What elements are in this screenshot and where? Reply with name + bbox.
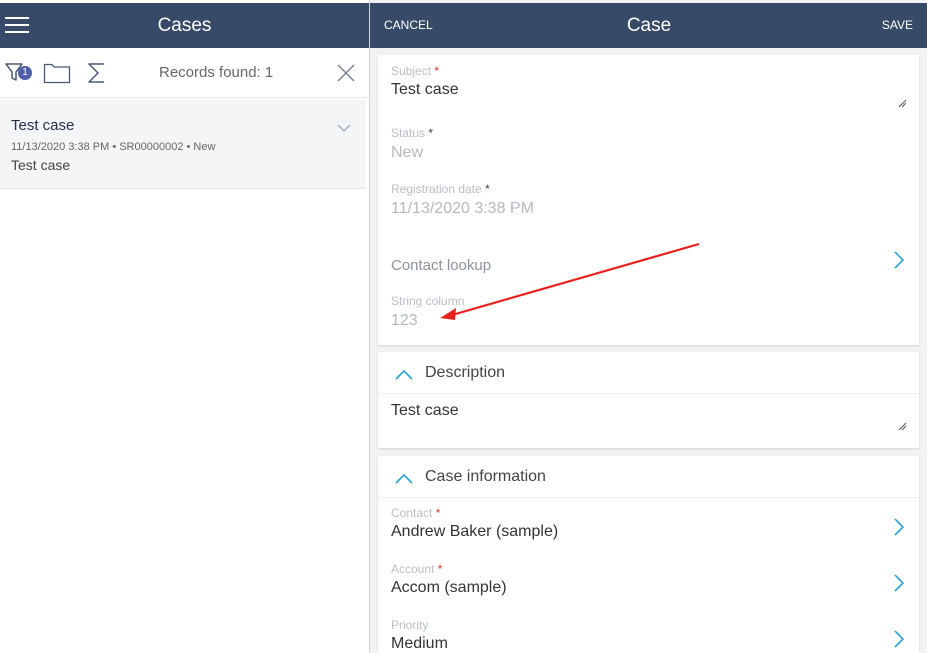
case-header: CANCEL Case SAVE	[370, 3, 927, 48]
registration-date-label: Registration date *	[391, 182, 490, 196]
required-mark: *	[435, 506, 441, 520]
subject-label-text: Subject	[391, 64, 432, 78]
description-field[interactable]: Test case	[391, 402, 459, 420]
account-label-text: Account	[391, 562, 435, 576]
required-mark: *	[434, 64, 440, 78]
case-item-title: Test case	[11, 117, 75, 134]
chevron-right-icon[interactable]	[893, 573, 905, 593]
case-information-card: Case information Contact * Andrew Baker …	[378, 456, 919, 653]
chevron-down-icon[interactable]	[337, 120, 351, 133]
contact-label-text: Contact	[391, 506, 433, 520]
main-fields-card: Subject * Test case Status * New Registr…	[378, 55, 919, 345]
account-field[interactable]: Accom (sample)	[391, 579, 507, 597]
chevron-up-icon	[395, 471, 413, 484]
case-information-section-header[interactable]: Case information	[378, 456, 919, 498]
case-edit-panel: CANCEL Case SAVE Subject * Test case Sta…	[369, 0, 927, 653]
contact-lookup-field[interactable]: Contact lookup	[391, 257, 491, 274]
string-column-field[interactable]: 123	[391, 312, 418, 330]
status-field: New	[391, 144, 424, 161]
chevron-right-icon[interactable]	[893, 517, 905, 537]
subject-label: Subject *	[391, 64, 439, 78]
resize-icon[interactable]	[898, 418, 907, 431]
cases-header: Cases	[0, 3, 369, 48]
priority-field[interactable]: Medium	[391, 635, 448, 653]
records-found: Records found: 1	[159, 64, 274, 81]
chevron-up-icon	[395, 367, 413, 380]
registration-date-label-text: Registration date	[391, 182, 482, 196]
folder-icon[interactable]	[43, 62, 71, 89]
registration-date-field: 11/13/2020 3:38 PM	[391, 200, 534, 217]
required-mark: *	[437, 562, 443, 576]
chevron-right-icon[interactable]	[893, 629, 905, 649]
contact-label: Contact *	[391, 506, 440, 520]
save-button[interactable]: SAVE	[882, 3, 913, 48]
list-toolbar: 1 Records found: 1	[0, 48, 369, 98]
status-label-text: Status	[391, 126, 426, 140]
cases-list-panel: Cases 1 Records found: 1 Test case 11/13…	[0, 0, 369, 653]
cases-title: Cases	[157, 15, 212, 36]
subject-field[interactable]: Test case	[391, 81, 459, 99]
case-item-meta: 11/13/2020 3:38 PM • SR00000002 • New	[11, 141, 216, 153]
description-section-header[interactable]: Description	[378, 352, 919, 394]
close-icon[interactable]	[336, 63, 356, 83]
account-label: Account *	[391, 562, 442, 576]
string-column-label: String column	[391, 294, 465, 308]
app: Cases 1 Records found: 1 Test case 11/13…	[0, 0, 927, 653]
case-title: Case	[626, 15, 672, 36]
required-mark: *	[428, 126, 434, 140]
sum-icon[interactable]	[86, 61, 108, 90]
description-title: Description	[425, 364, 506, 381]
case-information-title: Case information	[425, 468, 546, 485]
resize-icon[interactable]	[898, 95, 907, 108]
description-card: Description Test case	[378, 352, 919, 448]
required-mark: *	[485, 182, 490, 196]
filter-icon[interactable]: 1	[4, 58, 32, 84]
status-label: Status *	[391, 126, 433, 140]
list-item[interactable]: Test case 11/13/2020 3:38 PM • SR0000000…	[0, 100, 366, 189]
case-item-subject: Test case	[11, 157, 71, 173]
filter-badge: 1	[18, 66, 32, 80]
chevron-right-icon[interactable]	[893, 250, 905, 270]
contact-field[interactable]: Andrew Baker (sample)	[391, 523, 558, 541]
priority-label: Priority	[391, 618, 429, 632]
